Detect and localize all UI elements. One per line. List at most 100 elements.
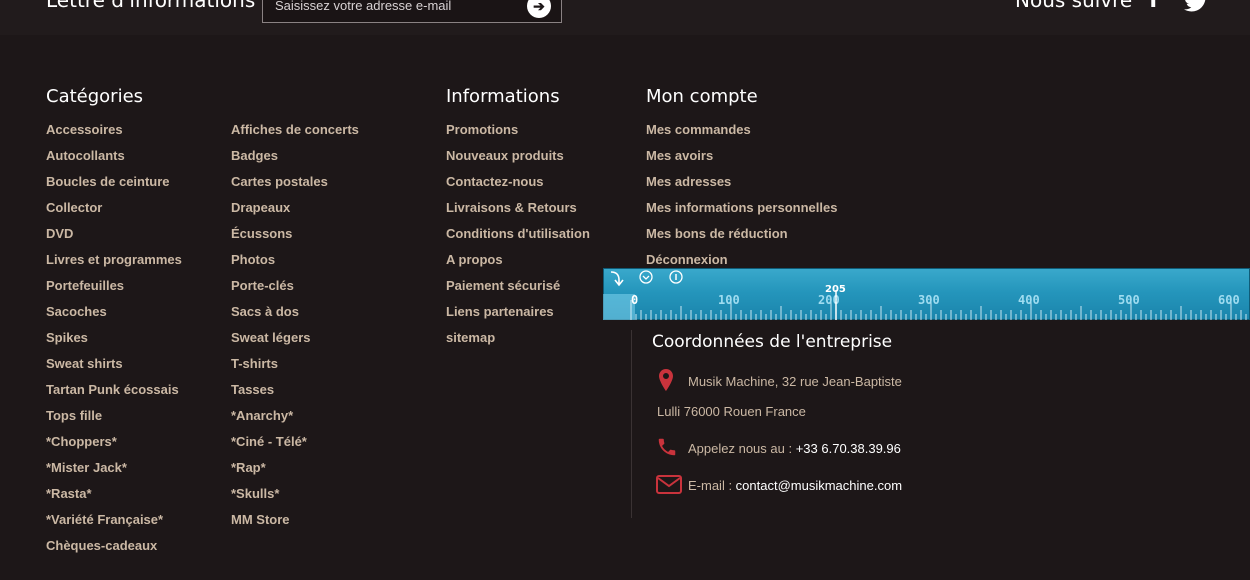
- category-link[interactable]: Autocollants: [46, 148, 125, 163]
- account-item: Mes commandes: [646, 117, 837, 143]
- category-link[interactable]: Écussons: [231, 226, 292, 241]
- category-link[interactable]: Tartan Punk écossais: [46, 382, 179, 397]
- category-link[interactable]: Portefeuilles: [46, 278, 124, 293]
- information-item: Conditions d'utilisation: [446, 221, 590, 247]
- category-link[interactable]: Photos: [231, 252, 275, 267]
- information-item: Contactez-nous: [446, 169, 590, 195]
- company-address-line2: Lulli 76000 Rouen France: [657, 404, 806, 419]
- category-link[interactable]: Boucles de ceinture: [46, 174, 170, 189]
- category-link[interactable]: *Mister Jack*: [46, 460, 127, 475]
- category-link[interactable]: *Variété Française*: [46, 512, 163, 527]
- category-item: Écussons: [231, 221, 359, 247]
- account-link[interactable]: Déconnexion: [646, 252, 728, 267]
- category-item: DVD: [46, 221, 182, 247]
- account-item: Mes informations personnelles: [646, 195, 837, 221]
- category-link[interactable]: *Choppers*: [46, 434, 117, 449]
- categories-list-1: Accessoires Autocollants Boucles de ceintu…: [46, 117, 182, 559]
- category-item: Autocollants: [46, 143, 182, 169]
- category-link[interactable]: Sacoches: [46, 304, 107, 319]
- chevron-down-icon[interactable]: [639, 270, 653, 284]
- category-link[interactable]: Drapeaux: [231, 200, 290, 215]
- information-link[interactable]: Liens partenaires: [446, 304, 554, 319]
- category-item: Sacs à dos: [231, 299, 359, 325]
- category-link[interactable]: Affiches de concerts: [231, 122, 359, 137]
- account-link[interactable]: Mes informations personnelles: [646, 200, 837, 215]
- ruler-label: 600: [1218, 293, 1240, 307]
- category-item: Accessoires: [46, 117, 182, 143]
- information-link[interactable]: Promotions: [446, 122, 518, 137]
- account-item: Mes avoirs: [646, 143, 837, 169]
- category-link[interactable]: Badges: [231, 148, 278, 163]
- category-item: Cartes postales: [231, 169, 359, 195]
- newsletter-email-input[interactable]: [263, 0, 525, 20]
- category-link[interactable]: Spikes: [46, 330, 88, 345]
- category-link[interactable]: Tops fille: [46, 408, 102, 423]
- category-link[interactable]: DVD: [46, 226, 73, 241]
- category-link[interactable]: *Rasta*: [46, 486, 92, 501]
- information-item: A propos: [446, 247, 590, 273]
- ruler-label: 400: [1018, 293, 1040, 307]
- category-item: Sweat légers: [231, 325, 359, 351]
- category-item: *Rasta*: [46, 481, 182, 507]
- information-item: Liens partenaires: [446, 299, 590, 325]
- category-item: Tartan Punk écossais: [46, 377, 182, 403]
- phone-icon: [658, 438, 676, 456]
- email-link[interactable]: contact@musikmachine.com: [736, 478, 902, 493]
- screen-ruler[interactable]: 0 100 200 300 400 500 600 205: [603, 268, 1250, 320]
- category-link[interactable]: Sacs à dos: [231, 304, 299, 319]
- category-link[interactable]: Porte-clés: [231, 278, 294, 293]
- account-link[interactable]: Mes bons de réduction: [646, 226, 788, 241]
- account-link[interactable]: Mes commandes: [646, 122, 751, 137]
- category-item: *Ciné - Télé*: [231, 429, 359, 455]
- information-item: sitemap: [446, 325, 590, 351]
- category-item: Sweat shirts: [46, 351, 182, 377]
- category-link[interactable]: Chèques-cadeaux: [46, 538, 157, 553]
- account-link[interactable]: Mes adresses: [646, 174, 731, 189]
- category-link[interactable]: Sweat shirts: [46, 356, 123, 371]
- category-item: Chèques-cadeaux: [46, 533, 182, 559]
- newsletter-submit-button[interactable]: ➔: [527, 0, 551, 18]
- category-link[interactable]: Collector: [46, 200, 102, 215]
- information-link[interactable]: Livraisons & Retours: [446, 200, 577, 215]
- category-item: *Choppers*: [46, 429, 182, 455]
- information-link[interactable]: A propos: [446, 252, 503, 267]
- phone-number-link[interactable]: +33 6.70.38.39.96: [796, 441, 901, 456]
- company-phone: Appelez nous au : +33 6.70.38.39.96: [688, 441, 901, 456]
- facebook-icon[interactable]: f: [1149, 0, 1159, 13]
- category-link[interactable]: MM Store: [231, 512, 290, 527]
- ruler-label: 100: [718, 293, 740, 307]
- categories-list-2: Affiches de concerts Badges Cartes postale…: [231, 117, 359, 533]
- category-item: Sacoches: [46, 299, 182, 325]
- category-link[interactable]: Tasses: [231, 382, 274, 397]
- category-link[interactable]: *Skulls*: [231, 486, 279, 501]
- account-link[interactable]: Mes avoirs: [646, 148, 713, 163]
- newsletter-bar: Lettre d'informations ➔ Nous suivre f: [0, 0, 1250, 35]
- information-link[interactable]: Conditions d'utilisation: [446, 226, 590, 241]
- category-link[interactable]: Cartes postales: [231, 174, 328, 189]
- information-link[interactable]: sitemap: [446, 330, 495, 345]
- ruler-marker-value: 205: [825, 284, 846, 295]
- envelope-icon: [656, 475, 682, 494]
- category-item: Drapeaux: [231, 195, 359, 221]
- rotate-icon[interactable]: [610, 271, 624, 287]
- informations-list: Promotions Nouveaux produits Contactez-nou…: [446, 117, 590, 351]
- company-title: Coordonnées de l'entreprise: [652, 332, 893, 352]
- information-link[interactable]: Nouveaux produits: [446, 148, 564, 163]
- category-link[interactable]: *Rap*: [231, 460, 266, 475]
- category-link[interactable]: *Ciné - Télé*: [231, 434, 307, 449]
- phone-label: Appelez nous au :: [688, 441, 796, 456]
- category-link[interactable]: *Anarchy*: [231, 408, 293, 423]
- category-link[interactable]: T-shirts: [231, 356, 278, 371]
- categories-title: Catégories: [46, 86, 144, 107]
- company-address-line1: Musik Machine, 32 rue Jean-Baptiste: [688, 374, 902, 389]
- information-link[interactable]: Paiement sécurisé: [446, 278, 560, 293]
- category-link[interactable]: Livres et programmes: [46, 252, 182, 267]
- twitter-icon[interactable]: [1183, 0, 1209, 12]
- category-link[interactable]: Accessoires: [46, 122, 123, 137]
- category-item: MM Store: [231, 507, 359, 533]
- ruler-label: 500: [1118, 293, 1140, 307]
- ruler-scale: 0 100 200 300 400 500 600205: [603, 270, 1247, 320]
- information-link[interactable]: Contactez-nous: [446, 174, 544, 189]
- category-link[interactable]: Sweat légers: [231, 330, 311, 345]
- category-item: *Variété Française*: [46, 507, 182, 533]
